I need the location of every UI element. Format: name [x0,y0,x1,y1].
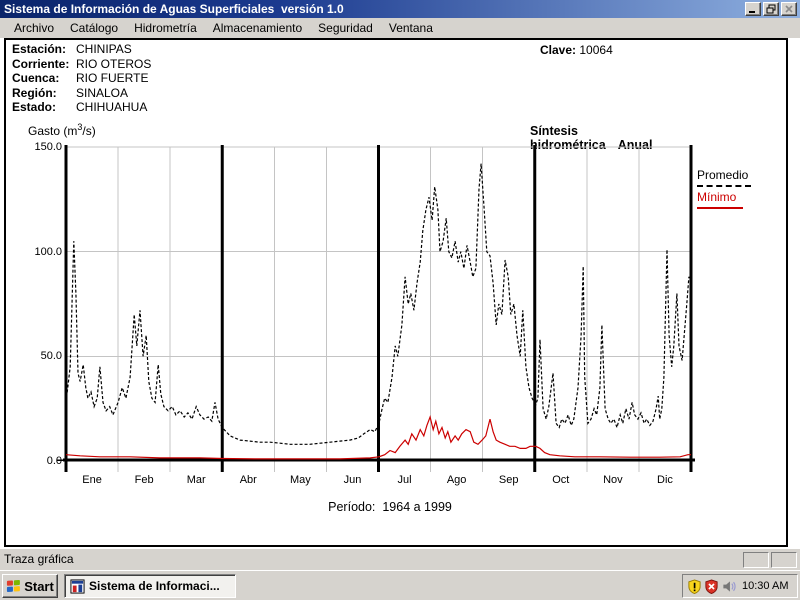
menu-item-hidrometri-a[interactable]: Hidrometría [126,19,205,37]
volume-icon[interactable] [721,579,737,594]
field-value: RIO FUERTE [76,71,149,86]
start-label: Start [24,578,54,594]
x-axis-month-label-ene: Ene [82,474,102,486]
minimize-icon [749,11,755,13]
task-button-sias[interactable]: Sistema de Informaci... [64,574,236,598]
app-icon [70,578,85,594]
period-caption: Período: 1964 a 1999 [328,500,452,514]
station-field-cuenca: Cuenca: RIO FUERTE [12,71,151,86]
chart-mode: Anual [617,138,653,152]
menu-item-almacenamiento[interactable]: Almacenamiento [205,19,310,37]
y-axis-tick-label: 150.0 [34,141,62,153]
x-axis-month-label-may: May [289,474,311,486]
restore-icon [766,4,776,14]
y-axis-tick-label: 0.0 [46,455,62,467]
legend-promedio-line-sample [697,185,751,187]
security-warning-shield-icon[interactable] [687,578,702,594]
x-axis-month-label-mar: Mar [186,474,206,486]
x-axis-month-label-sep: Sep [498,474,519,486]
clave-label: Clave: [540,43,577,57]
field-label: Región: [12,85,57,100]
security-alert-shield-icon[interactable] [704,578,719,594]
x-axis-month-label-feb: Feb [134,474,154,486]
menu-item-archivo[interactable]: Archivo [6,19,62,37]
station-field-corriente: Corriente: RIO OTEROS [12,57,151,72]
task-label: Sistema de Informaci... [89,579,220,593]
status-panel-1 [743,552,769,568]
clave-value: 10064 [579,43,613,57]
x-axis-month-label-jun: Jun [343,474,362,486]
status-bar: Traza gráfica [0,548,800,570]
minimize-button[interactable] [745,2,761,16]
legend-minimo-label: Mínimo [697,190,737,204]
taskbar-clock[interactable]: 10:30 AM [742,580,788,592]
clave-field: Clave: 10064 [540,43,613,57]
menu-bar: Archivo Catálogo Hidrometría Almacenamiento… [0,18,800,38]
y-axis-tick-label: 50.0 [40,350,62,363]
x-axis-month-label-jul: Jul [397,474,412,486]
field-value: CHINIPAS [76,42,132,56]
station-field-estacio-n: Estación: CHINIPAS [12,42,151,57]
status-panel-2 [771,552,797,568]
field-label: Estado: [12,100,57,115]
field-label: Corriente: [12,56,70,71]
close-icon [785,5,793,13]
start-button[interactable]: Start [2,574,58,598]
field-label: Cuenca: [12,71,60,86]
field-value: SINALOA [76,85,129,100]
status-text: Traza gráfica [4,552,74,566]
x-axis-month-label-abr: Abr [239,474,257,486]
chart-title: Síntesis hidrométrica Anual [530,124,696,152]
legend-minimo-line-sample [697,207,743,209]
x-axis-month-label-nov: Nov [603,474,623,486]
menu-item-seguridad[interactable]: Seguridad [310,19,381,37]
menu-item-ventana[interactable]: Ventana [381,19,441,37]
station-field-regio-n: Región: SINALOA [12,86,151,101]
field-value: RIO OTEROS [76,56,152,71]
close-button[interactable] [781,2,797,16]
app-window: Sistema de Información de Aguas Superfic… [0,0,800,600]
menu-item-cata-logo[interactable]: Catálogo [62,19,126,37]
field-label: Estación: [12,42,67,56]
chart-title-text: Síntesis hidrométrica [530,124,606,152]
y-axis-title: Gasto (m3/s) [28,122,96,138]
y-axis-tick-label: 100.0 [34,245,62,258]
field-value: CHIHUAHUA [76,100,148,115]
station-info: Estación: CHINIPAS Corriente: RIO OTEROS Cue… [12,42,151,115]
x-axis-month-label-ago: Ago [446,474,467,486]
x-axis-month-label-dic: Dic [657,474,673,486]
taskbar: Start Sistema de Informaci... 10:30 AM [0,570,800,600]
window-title: Sistema de Información de Aguas Superfic… [4,2,344,16]
windows-flag-icon [7,579,21,592]
x-axis-month-label-oct: Oct [552,474,570,486]
station-field-estado: Estado: CHIHUAHUA [12,100,151,115]
system-tray: 10:30 AM [682,574,798,598]
title-bar: Sistema de Información de Aguas Superfic… [0,0,800,18]
window-controls [743,2,797,16]
restore-button[interactable] [763,2,779,16]
legend-promedio-label: Promedio [697,168,749,182]
